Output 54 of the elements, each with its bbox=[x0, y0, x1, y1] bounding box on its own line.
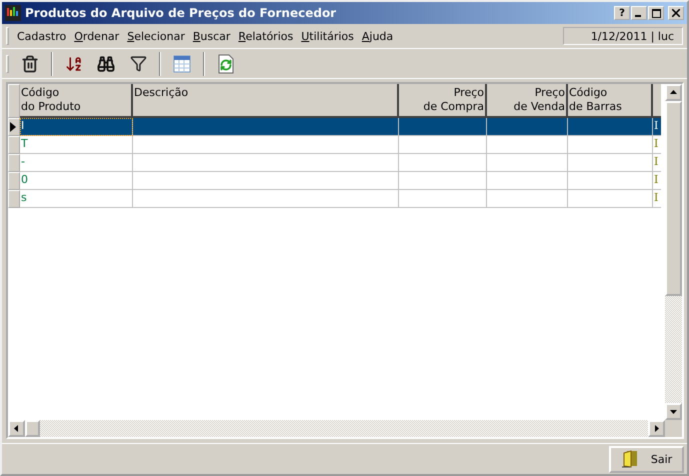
column-header[interactable]: Preço de Compra bbox=[399, 84, 487, 118]
menu-grip bbox=[6, 27, 9, 45]
column-header[interactable]: Descrição bbox=[133, 84, 399, 118]
table-cell: - bbox=[20, 154, 133, 172]
refresh-document-icon bbox=[217, 54, 235, 74]
window-title: Produtos do Arquivo de Preços do Fornecedor bbox=[25, 6, 338, 20]
table-cell: I bbox=[653, 136, 661, 154]
scroll-right-button[interactable] bbox=[648, 420, 665, 437]
left-arrow-icon bbox=[13, 425, 20, 432]
menu-item[interactable]: Relatórios bbox=[234, 30, 298, 42]
scroll-up-button[interactable] bbox=[665, 84, 682, 101]
table-cell: I bbox=[653, 172, 661, 190]
close-button[interactable] bbox=[668, 6, 684, 20]
app-icon bbox=[5, 5, 21, 21]
filter-icon bbox=[130, 55, 146, 72]
table-icon bbox=[173, 54, 191, 72]
minimize-button[interactable] bbox=[631, 6, 647, 20]
table-cell: 0 bbox=[20, 172, 133, 190]
maximize-icon bbox=[652, 8, 660, 18]
right-arrow-icon bbox=[653, 425, 660, 432]
column-header bbox=[653, 84, 661, 118]
menu-item[interactable]: Cadastro bbox=[13, 30, 70, 42]
scroll-down-button[interactable] bbox=[665, 403, 682, 420]
column-header[interactable]: Código do Produto bbox=[20, 84, 133, 118]
table-cell: I bbox=[653, 154, 661, 172]
row-indicator[interactable] bbox=[8, 118, 20, 136]
scrollbar-corner bbox=[665, 420, 682, 437]
sort-icon bbox=[65, 54, 83, 72]
table-cell: I bbox=[653, 190, 661, 208]
menu-item[interactable]: Buscar bbox=[188, 30, 234, 42]
scroll-thumb[interactable] bbox=[665, 101, 682, 296]
menu-item[interactable]: Ordenar bbox=[70, 30, 124, 42]
help-button[interactable]: ? bbox=[614, 6, 630, 20]
table-cell: I bbox=[653, 118, 661, 136]
column-header[interactable]: Código de Barras bbox=[568, 84, 653, 118]
table-cell: T bbox=[20, 136, 133, 154]
up-arrow-icon bbox=[670, 89, 677, 96]
binoculars-icon bbox=[97, 54, 115, 72]
menu-item[interactable]: Ajuda bbox=[358, 30, 398, 42]
menu-item[interactable]: Selecionar bbox=[123, 30, 189, 42]
door-icon bbox=[620, 450, 639, 468]
menu-item[interactable]: Utilitários bbox=[297, 30, 358, 42]
exit-button[interactable]: Sair bbox=[609, 446, 684, 472]
trash-icon bbox=[21, 54, 39, 72]
table-cell: I bbox=[20, 118, 133, 136]
table-cell: s bbox=[20, 190, 133, 208]
date-user-status: 1/12/2011 | luc bbox=[563, 27, 683, 45]
close-icon bbox=[672, 9, 680, 17]
column-header[interactable]: Preço de Venda bbox=[487, 84, 568, 118]
toolbar-grip bbox=[6, 54, 9, 72]
scroll-left-button[interactable] bbox=[8, 420, 25, 437]
down-arrow-icon bbox=[670, 408, 677, 415]
maximize-button[interactable] bbox=[648, 6, 664, 20]
scroll-thumb[interactable] bbox=[25, 420, 40, 437]
